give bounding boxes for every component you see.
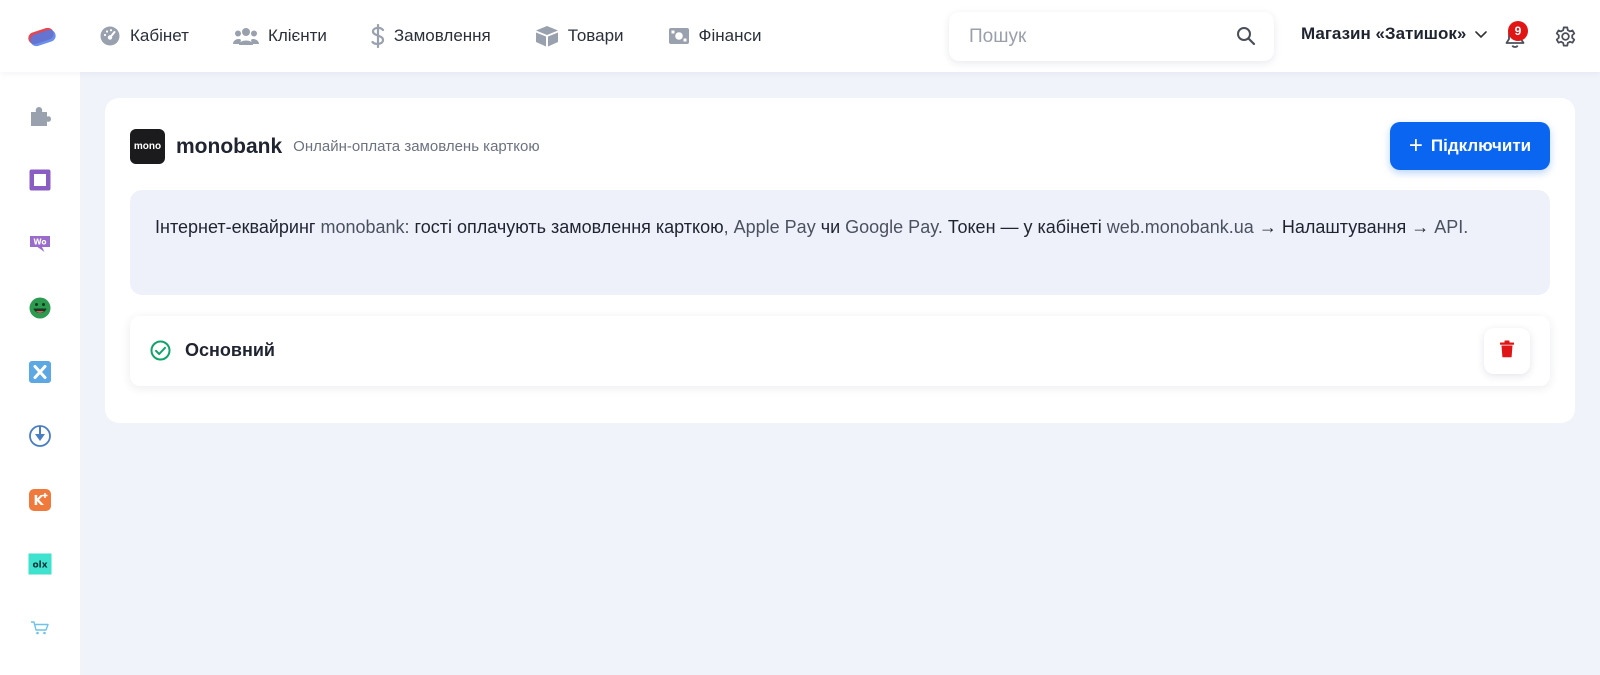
- monobank-logo: mono: [130, 129, 165, 164]
- sidebar-item-olx[interactable]: olx: [28, 552, 52, 581]
- download-circle-icon: [28, 424, 52, 453]
- plus-icon: +: [1408, 132, 1423, 159]
- nav-item-orders[interactable]: Замовлення: [371, 24, 491, 48]
- connect-button[interactable]: + Підключити: [1390, 122, 1550, 170]
- info-text: Google Pay.: [845, 217, 943, 237]
- info-box: Інтернет-еквайринг monobank: гості оплач…: [130, 190, 1550, 295]
- sidebar-item-k-plus[interactable]: K: [28, 488, 52, 517]
- k-plus-icon: K: [28, 488, 52, 517]
- search-icon[interactable]: [1236, 26, 1256, 46]
- nav-label: Замовлення: [393, 26, 491, 45]
- dashboard-icon: [99, 25, 121, 47]
- money-icon: [668, 25, 690, 47]
- gear-icon[interactable]: [1553, 24, 1578, 49]
- info-text: Інтернет-еквайринг: [155, 217, 321, 237]
- sidebar-item-frame[interactable]: [28, 168, 52, 197]
- svg-text:olx: olx: [32, 560, 47, 570]
- delete-button[interactable]: [1484, 328, 1530, 374]
- sidebar-item-plugins[interactable]: [28, 106, 52, 130]
- nav-item-dashboard[interactable]: Кабінет: [99, 25, 189, 47]
- trash-icon: [1499, 340, 1515, 363]
- store-selector[interactable]: Магазин «Затишок»: [1301, 24, 1488, 44]
- cart-icon: [30, 620, 50, 641]
- nav-label: Кабінет: [130, 26, 189, 45]
- sidebar-item-x-app[interactable]: [28, 360, 52, 389]
- chevron-down-icon: [1474, 27, 1488, 41]
- smiley-icon: [28, 296, 52, 325]
- sidebar-item-woo[interactable]: Wo: [28, 234, 52, 258]
- top-bar: Кабінет Клієнти Замовлення Товари Фінанс…: [0, 0, 1600, 72]
- puzzle-icon: [28, 104, 52, 133]
- nav-label: Товари: [567, 26, 624, 45]
- woo-icon: Wo: [28, 234, 52, 259]
- nav-item-finance[interactable]: Фінанси: [668, 25, 762, 47]
- square-frame-icon: [28, 168, 52, 197]
- dollar-icon: [371, 24, 385, 48]
- info-text: API.: [1434, 217, 1469, 237]
- info-text: → Налаштування →: [1253, 217, 1435, 237]
- x-app-icon: [28, 360, 52, 389]
- info-text: Apple Pay: [733, 217, 816, 237]
- search-input[interactable]: [969, 12, 1229, 61]
- integration-name: monobank: [176, 134, 283, 158]
- app-logo[interactable]: [26, 24, 58, 48]
- info-text: чи: [815, 217, 846, 237]
- sidebar-item-cart[interactable]: [28, 618, 52, 642]
- box-icon: [535, 25, 559, 47]
- users-icon: [232, 25, 259, 47]
- sidebar-item-download[interactable]: [28, 424, 52, 453]
- olx-icon: olx: [28, 552, 52, 581]
- nav-label: Клієнти: [267, 26, 327, 45]
- nav-item-products[interactable]: Товари: [535, 25, 624, 47]
- svg-text:Wo: Wo: [33, 237, 46, 246]
- info-text: ,: [723, 217, 734, 237]
- store-name: Магазин «Затишок»: [1301, 24, 1467, 43]
- nav-label: Фінанси: [698, 26, 762, 45]
- integration-card: mono monobank Онлайн-оплата замовлень ка…: [105, 98, 1575, 423]
- search-box: [949, 12, 1274, 61]
- sidebar: Wo K olx: [0, 72, 80, 675]
- info-text: Токен — у кабінеті: [942, 217, 1107, 237]
- info-text: web.monobank.ua: [1106, 217, 1254, 237]
- check-circle-icon: [150, 340, 171, 361]
- main-nav: Кабінет Клієнти Замовлення Товари Фінанс…: [99, 0, 805, 72]
- connect-label: Підключити: [1430, 136, 1532, 155]
- info-text: гості оплачують замовлення карткою: [409, 217, 724, 237]
- info-text: monobank:: [320, 217, 410, 237]
- account-row[interactable]: Основний: [130, 316, 1550, 386]
- integration-description: Онлайн-оплата замовлень карткою: [293, 138, 540, 155]
- account-name: Основний: [185, 340, 275, 360]
- nav-item-clients[interactable]: Клієнти: [232, 25, 327, 47]
- integration-header: mono monobank Онлайн-оплата замовлень ка…: [130, 129, 540, 164]
- notification-badge: 9: [1508, 21, 1528, 41]
- sidebar-item-smiley[interactable]: [28, 296, 52, 325]
